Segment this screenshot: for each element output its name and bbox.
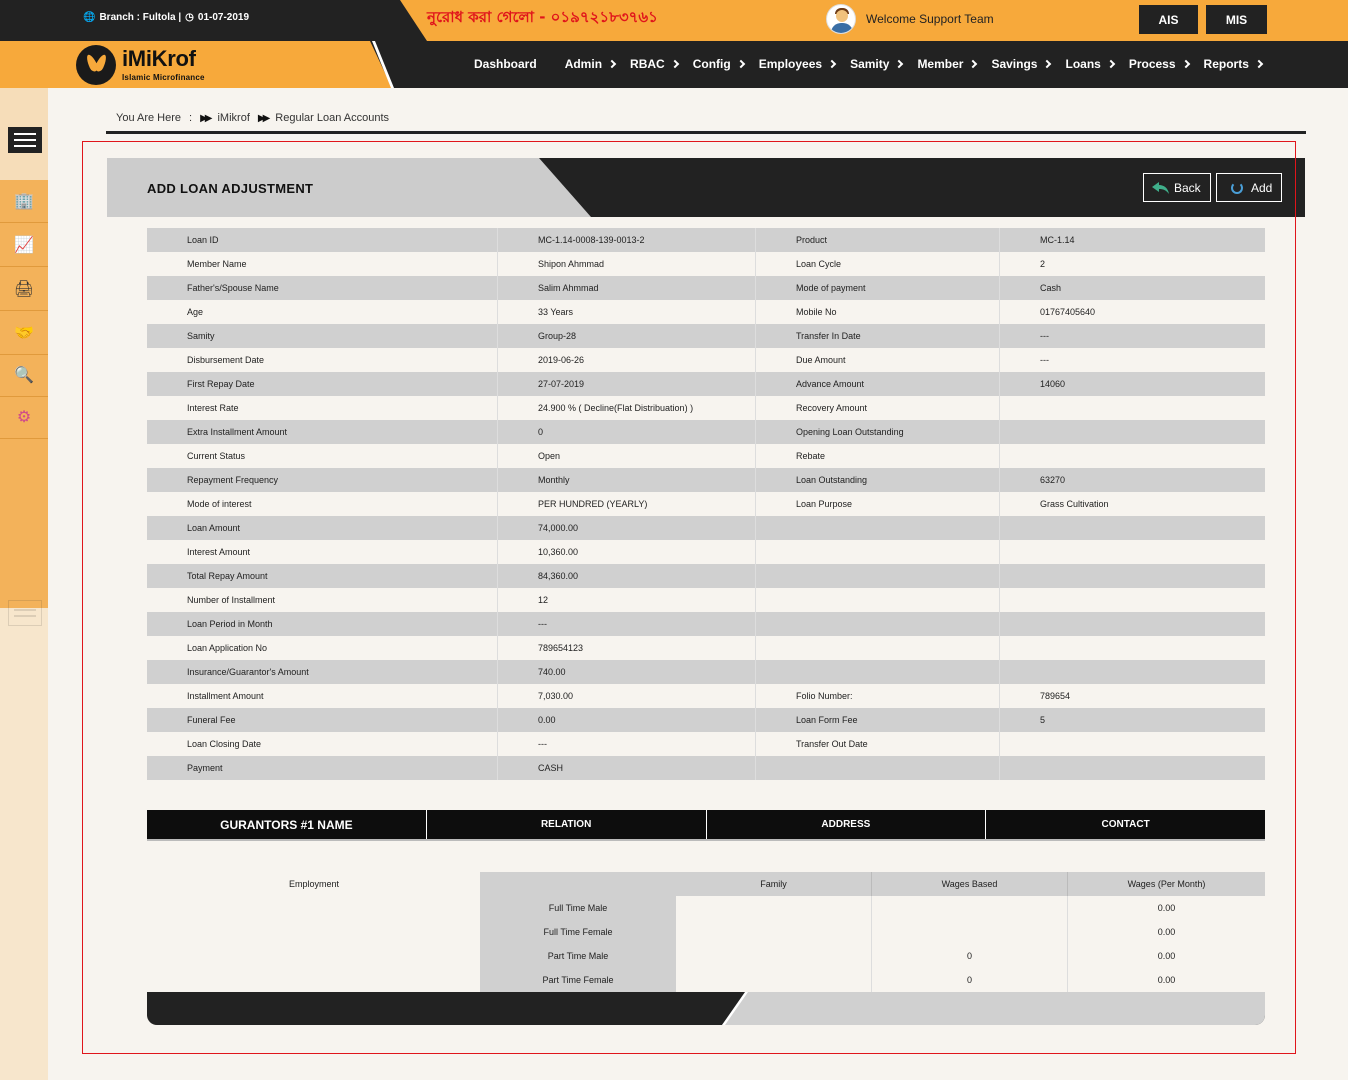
nav-config[interactable]: Config [692, 57, 745, 71]
chevron-right-icon [969, 59, 978, 69]
nav-process[interactable]: Process [1128, 57, 1190, 71]
nav-savings[interactable]: Savings [991, 57, 1052, 71]
chevron-right-icon [736, 59, 745, 69]
user-menu[interactable]: Welcome Support Team [826, 4, 994, 34]
notice-marquee: নুরোধ করা গেলো - ০১৯৭২১৮৩৭৬১ [427, 8, 658, 26]
nav-label: Admin [564, 57, 603, 71]
chevron-right-icon [670, 59, 679, 69]
nav-menu: Dashboard Admin RBAC Config Employees Sa… [474, 57, 1277, 71]
nav-label: Config [692, 57, 731, 71]
nav-label: Member [917, 57, 964, 71]
sidebar-item-search[interactable]: 🔍 [0, 354, 48, 397]
sidebar-item-transfer[interactable]: 🤝 [0, 312, 48, 355]
breadcrumb-item[interactable]: Regular Loan Accounts [275, 112, 389, 124]
search-gear-icon: 🔍 [14, 367, 34, 384]
breadcrumb-divider [106, 131, 1306, 134]
building-icon: 🏢 [14, 193, 34, 210]
gear-icon: ⚙ [16, 409, 32, 426]
nav-employees[interactable]: Employees [758, 57, 837, 71]
chevron-right-icon [1254, 59, 1264, 69]
sidebar-item-building[interactable]: 🏢 [0, 180, 48, 223]
selection-frame [82, 141, 1296, 1054]
nav-admin[interactable]: Admin [564, 57, 617, 71]
sidebar-item-bank[interactable]: 🖨 [0, 268, 48, 311]
current-date: 01-07-2019 [197, 12, 250, 23]
nav-dashboard[interactable]: Dashboard [474, 57, 537, 71]
chevron-right-icon [827, 59, 837, 69]
hand-money-icon: 🤝 [14, 325, 34, 342]
nav-label: Savings [991, 57, 1038, 71]
nav-label: Reports [1203, 57, 1249, 71]
nav-label: Dashboard [474, 57, 537, 71]
logo-subtitle: Islamic Microfinance [122, 73, 205, 82]
nav-label: Loans [1065, 57, 1101, 71]
clock-icon: ◷ [185, 12, 194, 23]
chevron-right-icon [607, 59, 617, 69]
nav-rbac[interactable]: RBAC [630, 57, 679, 71]
branch-info: 🌐 Branch : Fultola | ◷ 01-07-2019 [83, 12, 249, 23]
printer-icon: 🖨 [13, 281, 35, 298]
breadcrumb-item[interactable]: iMikrof [217, 112, 249, 124]
chevron-right-icon [1043, 59, 1052, 69]
nav-label: Process [1128, 57, 1176, 71]
chart-icon: 📈 [14, 237, 34, 254]
nav-samity[interactable]: Samity [850, 57, 904, 71]
nav-loans[interactable]: Loans [1065, 57, 1116, 71]
nav-label: Employees [758, 57, 823, 71]
breadcrumb: You Are Here : ▶▶ iMikrof ▶▶ Regular Loa… [116, 112, 389, 124]
sidebar-item-settings[interactable]: ⚙ [0, 396, 48, 439]
chevron-right-icon [1181, 59, 1190, 69]
avatar[interactable] [826, 4, 856, 34]
double-chevron-icon: ▶▶ [200, 112, 213, 124]
menu-toggle-icon[interactable] [8, 127, 42, 153]
branch-label: Branch : Fultola | [99, 12, 182, 23]
nav-label: Samity [850, 57, 890, 71]
breadcrumb-label: You Are Here [116, 112, 182, 124]
nav-label: RBAC [630, 57, 665, 71]
sidebar-item-growth[interactable]: 📈 [0, 224, 48, 267]
nav-reports[interactable]: Reports [1203, 57, 1264, 71]
ais-button[interactable]: AIS [1139, 5, 1198, 34]
logo-text[interactable]: iMiKrof [122, 46, 196, 72]
mis-button[interactable]: MIS [1206, 5, 1267, 34]
welcome-text: Welcome Support Team [866, 12, 994, 26]
breadcrumb-colon: : [189, 112, 193, 124]
menu-toggle-icon [8, 600, 42, 626]
double-chevron-icon: ▶▶ [257, 112, 271, 124]
globe-icon: 🌐 [83, 12, 96, 23]
nav-member[interactable]: Member [917, 57, 978, 71]
chevron-right-icon [1106, 59, 1116, 69]
chevron-right-icon [895, 59, 904, 69]
